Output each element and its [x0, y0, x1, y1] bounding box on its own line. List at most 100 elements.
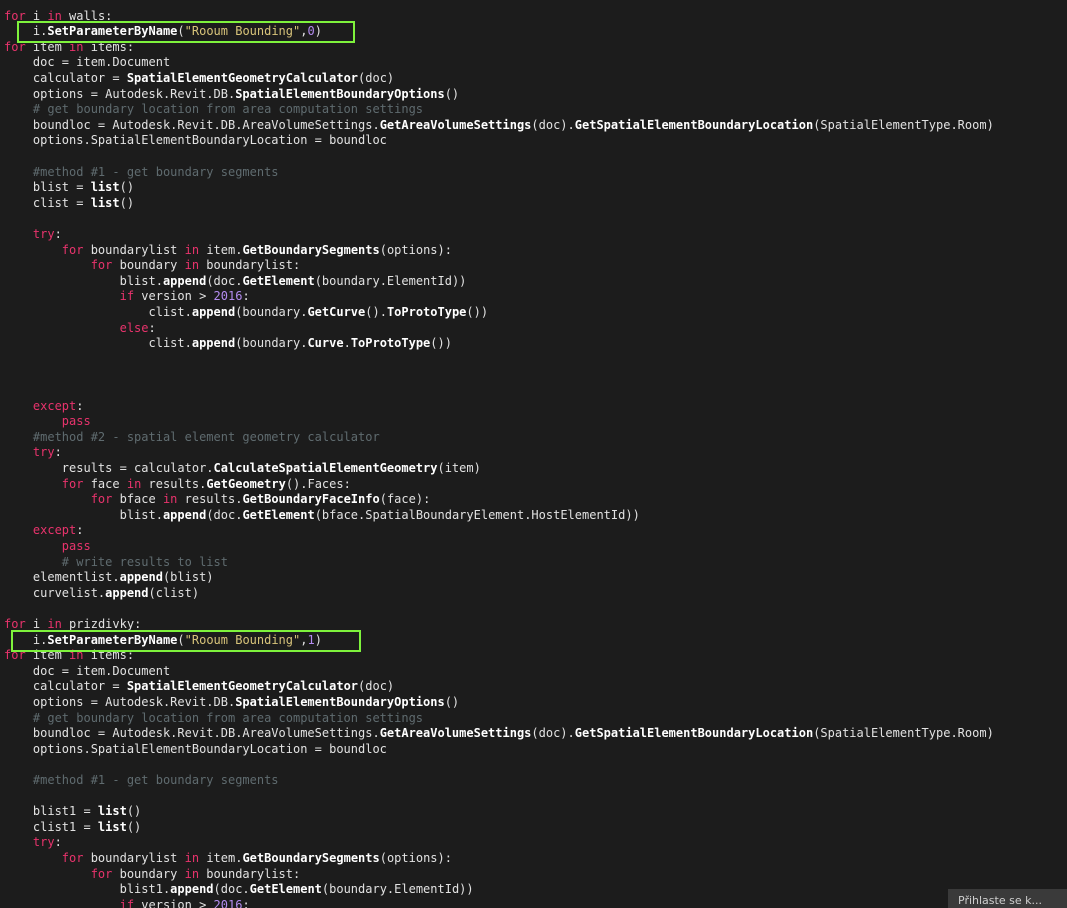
code-token: results.	[177, 492, 243, 507]
code-token: options = Autodesk.Revit.DB.	[4, 694, 236, 709]
code-line[interactable]: for i in walls:	[4, 9, 112, 25]
code-editor[interactable]: for i in walls: i.SetParameterByName("Ro…	[0, 0, 1067, 908]
code-token: 2016	[213, 897, 243, 908]
code-line[interactable]: #method #1 - get boundary segments	[4, 773, 279, 789]
code-line[interactable]: blist = list()	[4, 180, 134, 196]
code-token: append	[170, 882, 214, 897]
code-token: Curve	[307, 336, 344, 351]
code-line[interactable]: clist1 = list()	[4, 820, 141, 836]
code-token: )	[314, 24, 322, 39]
code-token: pass	[4, 414, 91, 429]
code-line[interactable]: try:	[4, 835, 62, 851]
code-token: ())	[430, 336, 452, 351]
code-token: (options):	[379, 850, 452, 865]
code-line[interactable]: for item in items:	[4, 40, 134, 56]
code-line[interactable]: curvelist.append(clist)	[4, 586, 199, 602]
code-token: # get boundary location from area comput…	[4, 710, 424, 725]
code-token: clist.	[4, 304, 192, 319]
code-line[interactable]: # get boundary location from area comput…	[4, 102, 423, 118]
code-token: for	[4, 866, 113, 881]
code-token: GetAreaVolumeSettings	[379, 726, 532, 741]
code-line[interactable]: calculator = SpatialElementGeometryCalcu…	[4, 71, 394, 87]
code-line[interactable]: clist.append(boundary.Curve.ToProtoType(…	[4, 336, 452, 352]
code-line[interactable]: except:	[4, 523, 84, 539]
code-token: (boundary.ElementId))	[314, 273, 467, 288]
code-token: :	[54, 835, 62, 850]
code-token: in	[69, 648, 84, 663]
code-token: )	[314, 632, 322, 647]
code-token: (doc.	[213, 882, 250, 897]
code-line[interactable]: options = Autodesk.Revit.DB.SpatialEleme…	[4, 695, 459, 711]
code-token: append	[119, 570, 163, 585]
code-token: version >	[134, 897, 214, 908]
code-token: "Rooum Bounding"	[184, 632, 301, 647]
code-line[interactable]: for boundarylist in item.GetBoundarySegm…	[4, 243, 452, 259]
code-line[interactable]: pass	[4, 539, 91, 555]
code-line[interactable]: try:	[4, 445, 62, 461]
code-token: :	[54, 226, 62, 241]
code-token: append	[105, 585, 149, 600]
code-line[interactable]: results = calculator.CalculateSpatialEle…	[4, 461, 481, 477]
code-line[interactable]: for bface in results.GetBoundaryFaceInfo…	[4, 492, 431, 508]
code-line[interactable]: # write results to list	[4, 555, 228, 571]
code-line[interactable]: boundloc = Autodesk.Revit.DB.AreaVolumeS…	[4, 726, 994, 742]
code-line[interactable]: calculator = SpatialElementGeometryCalcu…	[4, 679, 394, 695]
code-token: SpatialElementGeometryCalculator	[126, 70, 359, 85]
code-line[interactable]: blist.append(doc.GetElement(boundary.Ele…	[4, 273, 467, 290]
code-line[interactable]: elementlist.append(blist)	[4, 570, 214, 586]
code-line[interactable]: if version > 2016:	[4, 898, 250, 908]
code-token: ())	[466, 304, 489, 319]
code-line[interactable]: doc = item.Document	[4, 664, 170, 680]
code-line[interactable]: #method #2 - spatial element geometry ca…	[4, 430, 380, 446]
code-line[interactable]: #method #1 - get boundary segments	[4, 165, 279, 181]
code-token: ()	[444, 694, 460, 709]
code-line[interactable]: i.SetParameterByName("Rooum Bounding",0)	[4, 24, 322, 40]
code-line[interactable]: options.SpatialElementBoundaryLocation =…	[4, 133, 387, 149]
code-line[interactable]: except:	[4, 399, 84, 415]
code-token: append	[162, 507, 207, 522]
code-token: (bface.SpatialBoundaryElement.HostElemen…	[314, 507, 640, 522]
code-line[interactable]: doc = item.Document	[4, 55, 170, 71]
code-line[interactable]: blist1 = list()	[4, 804, 141, 820]
code-token: .	[343, 336, 351, 351]
code-line[interactable]: for boundary in boundarylist:	[4, 866, 301, 883]
code-line[interactable]: clist.append(boundary.GetCurve().ToProto…	[4, 305, 488, 321]
code-line[interactable]: if version > 2016:	[4, 289, 250, 305]
code-token: (doc).	[531, 726, 575, 741]
code-token: #method #2 - spatial element geometry ca…	[4, 429, 380, 444]
code-line[interactable]: for boundary in boundarylist:	[4, 258, 301, 274]
code-line[interactable]: pass	[4, 414, 91, 430]
code-token: blist =	[4, 180, 91, 195]
code-token: (	[177, 632, 185, 647]
code-token: GetBoundarySegments	[242, 242, 380, 257]
code-token: (doc.	[206, 273, 243, 288]
notification-toast[interactable]: Přihlaste se k...	[948, 889, 1067, 908]
code-token: items:	[83, 39, 135, 54]
code-line[interactable]: options = Autodesk.Revit.DB.SpatialEleme…	[4, 87, 459, 103]
code-line[interactable]: for item in items:	[4, 648, 134, 664]
code-line[interactable]: boundloc = Autodesk.Revit.DB.AreaVolumeS…	[4, 118, 994, 134]
code-line[interactable]: # get boundary location from area comput…	[4, 711, 423, 727]
code-token: GetBoundaryFaceInfo	[242, 492, 380, 507]
code-token: GetElement	[242, 273, 315, 288]
code-line[interactable]: for i in prizdivky:	[4, 617, 141, 633]
code-line[interactable]: options.SpatialElementBoundaryLocation =…	[4, 742, 387, 758]
code-line[interactable]: blist.append(doc.GetElement(bface.Spatia…	[4, 508, 640, 524]
code-token: GetElement	[242, 507, 315, 522]
code-token: for	[4, 850, 84, 865]
code-token: for	[4, 492, 113, 507]
code-line[interactable]: for boundarylist in item.GetBoundarySegm…	[4, 851, 452, 867]
code-line[interactable]: clist = list()	[4, 196, 134, 212]
code-line[interactable]: i.SetParameterByName("Rooum Bounding",1)	[4, 633, 322, 649]
code-token: walls:	[61, 8, 113, 23]
code-token: clist.	[4, 336, 192, 351]
code-token: boundarylist:	[199, 258, 301, 273]
code-token: list	[90, 195, 120, 210]
code-line[interactable]: else:	[4, 321, 156, 337]
code-token: options.SpatialElementBoundaryLocation =…	[4, 741, 387, 756]
code-line[interactable]: try:	[4, 227, 62, 243]
code-line[interactable]: for face in results.GetGeometry().Faces:	[4, 477, 351, 493]
code-token: (doc)	[358, 70, 395, 85]
code-line[interactable]: blist1.append(doc.GetElement(boundary.El…	[4, 882, 474, 898]
code-token: :	[76, 523, 84, 538]
